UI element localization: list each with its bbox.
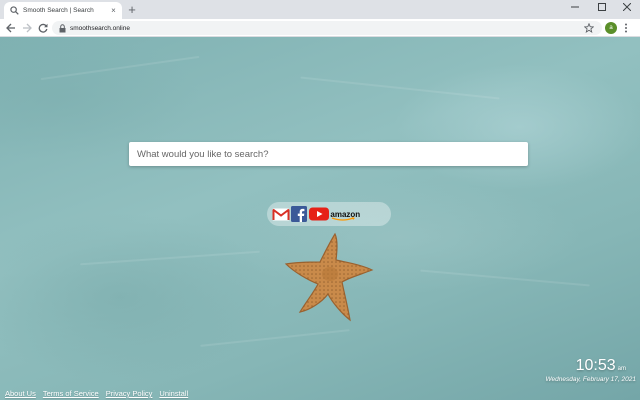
tab-title: Smooth Search | Search <box>23 7 94 14</box>
sand-ripple <box>420 269 590 287</box>
uninstall-link[interactable]: Uninstall <box>159 389 188 398</box>
close-tab-icon[interactable]: × <box>109 6 118 15</box>
search-bar[interactable] <box>129 142 528 166</box>
sand-ripple <box>300 76 500 100</box>
clock-date: Wednesday, February 17, 2021 <box>545 376 636 383</box>
lock-icon[interactable] <box>58 23 66 33</box>
footer-links: About Us Terms of Service Privacy Policy… <box>5 389 188 398</box>
close-window-icon[interactable] <box>614 0 640 14</box>
privacy-policy-link[interactable]: Privacy Policy <box>106 389 153 398</box>
browser-toolbar: smoothsearch.online a <box>0 19 640 37</box>
address-text: smoothsearch.online <box>70 24 130 32</box>
sand-ripple <box>200 329 350 347</box>
new-tab-page: amazon 10:53am Wednesday, February 17, 2… <box>0 37 640 400</box>
back-icon[interactable] <box>5 22 17 34</box>
minimize-icon[interactable] <box>562 0 588 14</box>
reload-icon[interactable] <box>37 22 49 34</box>
profile-avatar[interactable]: a <box>605 22 617 34</box>
starfish-image <box>284 232 374 322</box>
bookmark-star-icon[interactable] <box>584 23 594 33</box>
sand-ripple <box>80 250 260 266</box>
tab-strip: Smooth Search | Search × + <box>0 0 640 19</box>
forward-icon[interactable] <box>21 22 33 34</box>
clock-time: 10:53 am <box>560 357 626 375</box>
clock-time-value: 10:53 <box>575 357 616 374</box>
search-input[interactable] <box>137 148 528 160</box>
more-menu-icon[interactable] <box>621 22 631 34</box>
search-icon <box>10 6 19 15</box>
terms-of-service-link[interactable]: Terms of Service <box>43 389 99 398</box>
amazon-icon[interactable]: amazon <box>330 210 386 221</box>
gmail-icon[interactable] <box>272 208 290 221</box>
youtube-icon[interactable] <box>308 207 329 221</box>
address-bar[interactable]: smoothsearch.online <box>52 21 602 35</box>
browser-tab[interactable]: Smooth Search | Search × <box>4 2 122 19</box>
clock-ampm: am <box>617 366 626 372</box>
about-us-link[interactable]: About Us <box>5 389 36 398</box>
amazon-smile-icon <box>331 216 356 221</box>
sand-ripple <box>40 55 200 81</box>
shortcut-bar: amazon <box>267 202 391 226</box>
maximize-icon[interactable] <box>589 0 615 14</box>
facebook-icon[interactable] <box>291 206 308 222</box>
new-tab-button[interactable]: + <box>126 3 138 16</box>
